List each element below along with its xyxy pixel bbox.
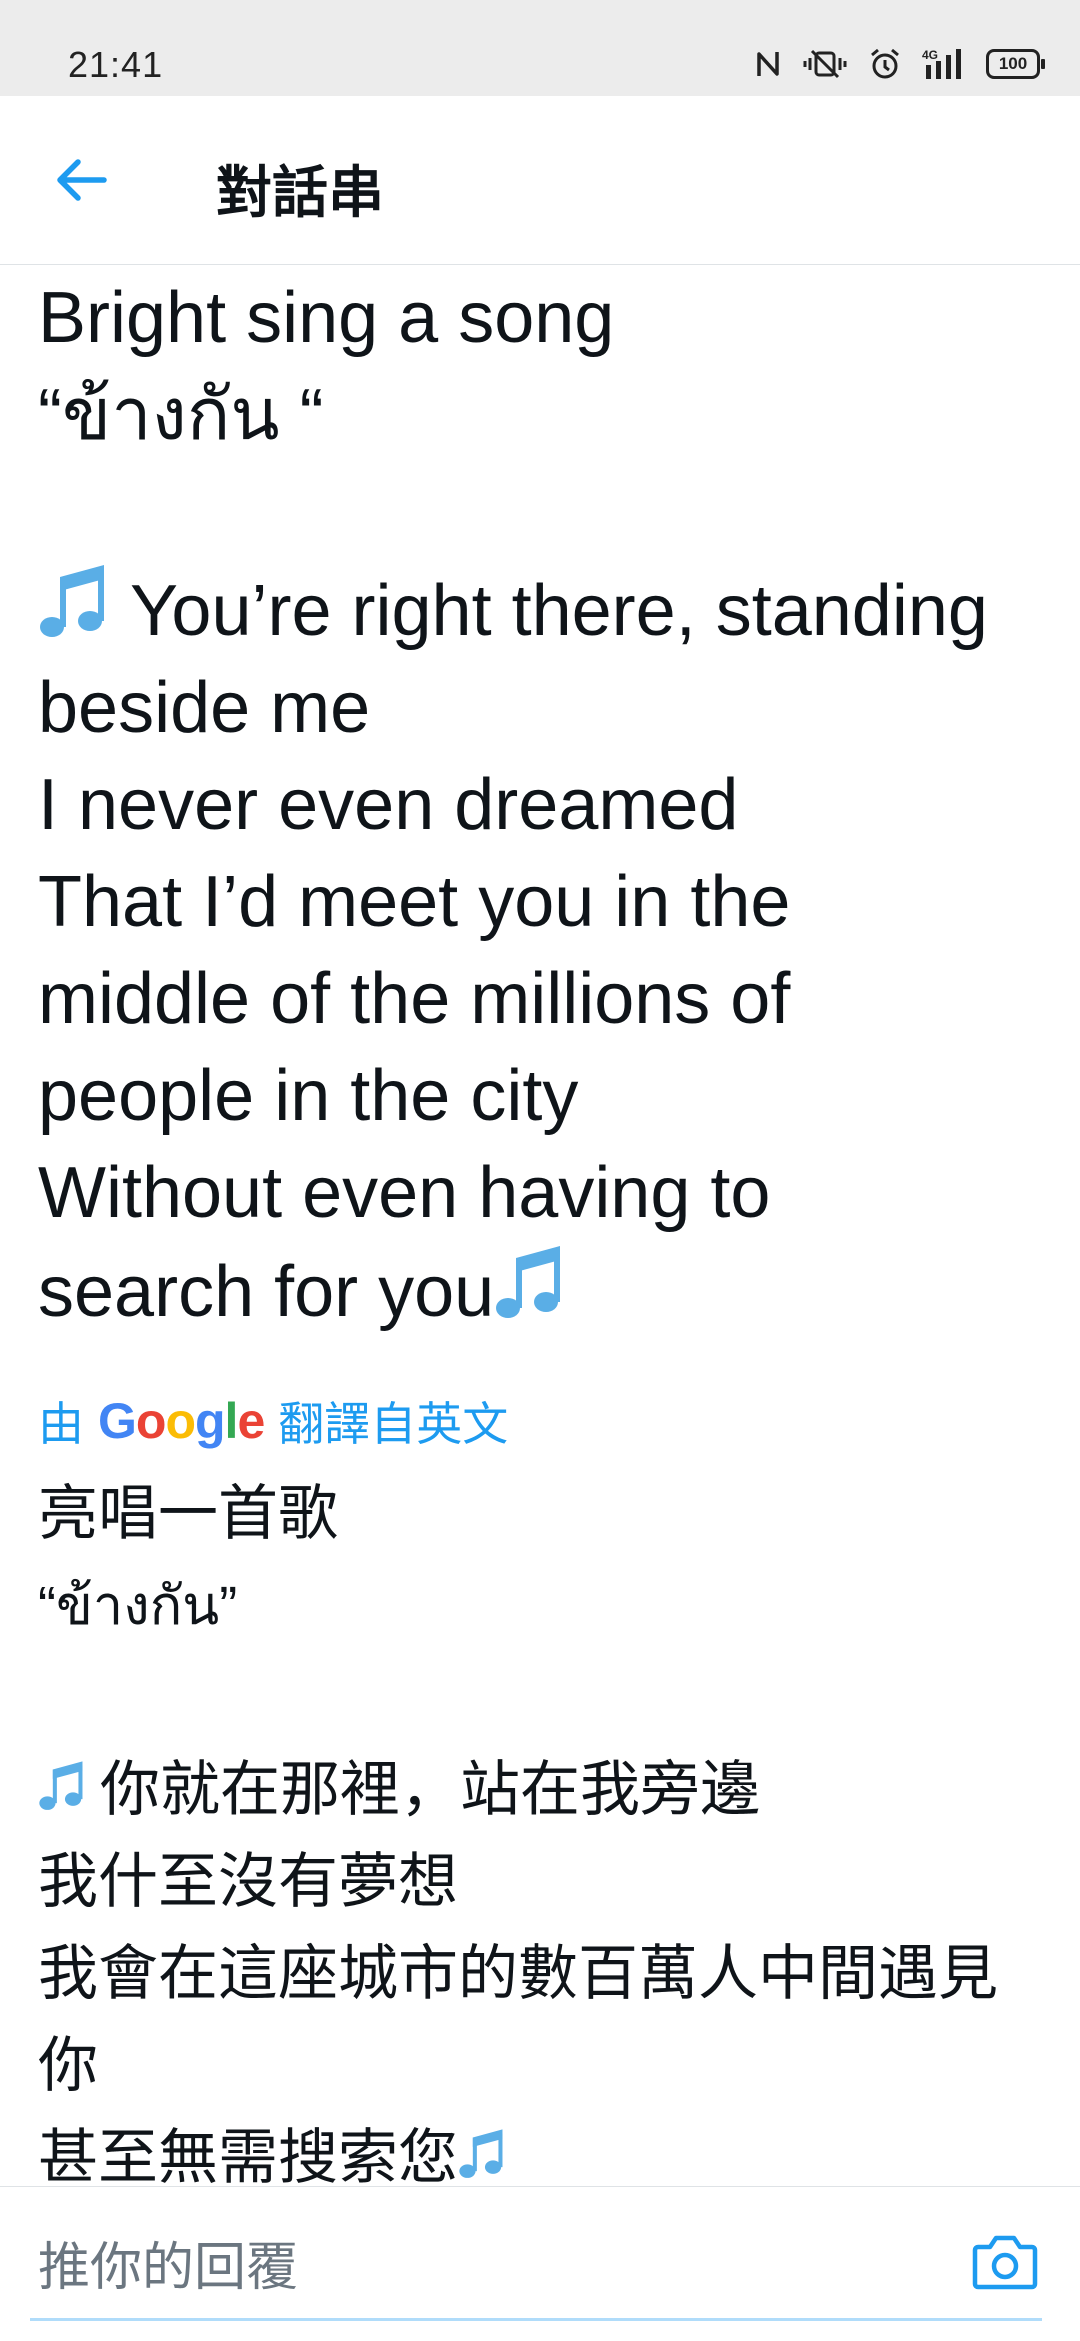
status-bar: 21:41 4G 100 xyxy=(0,0,1080,96)
status-icons: 4G 100 xyxy=(754,42,1045,86)
tweet-line: I never even dreamed xyxy=(38,765,739,845)
page-title: 對話串 xyxy=(216,161,384,224)
translation-line-text: 甚至無需搜索您 xyxy=(38,2124,458,2191)
battery-level: 100 xyxy=(998,54,1028,73)
back-button[interactable] xyxy=(52,150,112,210)
svg-text:4G: 4G xyxy=(922,48,938,62)
battery-icon: 100 xyxy=(986,49,1045,79)
translation-line: “ข้างกัน” xyxy=(38,1576,238,1636)
musical-notes-icon xyxy=(39,1761,83,1810)
tweet-line: That I’d meet you in the xyxy=(38,862,791,942)
musical-notes-icon xyxy=(459,2129,503,2178)
tweet-line: “ข้างกัน “ xyxy=(38,375,324,455)
google-logo: Google xyxy=(98,1393,265,1449)
musical-notes-icon xyxy=(40,565,104,637)
translation-line-text: 你就在那裡，站在我旁邊 xyxy=(100,1756,760,1823)
signal-icon: 4G xyxy=(922,48,961,79)
tweet-line: beside me xyxy=(38,668,371,748)
tweet-line-text: You’re right there, standing xyxy=(130,571,988,651)
translation-text: 亮唱一首歌 “ข้างกัน” 你就在那裡，站在我旁邊 我什至沒有夢想 我會在這… xyxy=(38,1468,1048,2204)
tweet-line: middle of the millions of xyxy=(38,959,791,1039)
alarm-icon xyxy=(871,48,899,79)
reply-input-underline xyxy=(30,2318,1042,2321)
status-time: 21:41 xyxy=(68,44,164,85)
translation-line: 我會在這座城市的數百萬人中間遇見 xyxy=(38,1940,998,2007)
tweet-line: people in the city xyxy=(38,1056,579,1136)
tweet-line: You’re right there, standing xyxy=(38,561,1048,660)
musical-notes-icon xyxy=(496,1246,561,1318)
thread-header: 對話串 xyxy=(0,96,1080,265)
camera-button[interactable] xyxy=(970,2229,1040,2295)
camera-icon xyxy=(972,2235,1038,2290)
translation-line: 亮唱一首歌 xyxy=(38,1480,338,1547)
translation-line: 你 xyxy=(38,2032,98,2099)
tweet-line: search for you xyxy=(38,1242,1048,1341)
tweet-line: Bright sing a song xyxy=(38,278,615,358)
translated-by-google[interactable]: 由 Google 翻譯自英文 xyxy=(38,1388,508,1454)
translation-line: 你就在那裡，站在我旁邊 xyxy=(38,1744,1048,1836)
tweet-line-text: search for you xyxy=(38,1252,495,1332)
tweet-text: Bright sing a song “ข้างกัน “ You’re rig… xyxy=(38,270,1048,1341)
translation-line: 我什至沒有夢想 xyxy=(38,1848,458,1915)
tweet-line: Without even having to xyxy=(38,1153,771,1233)
arrow-left-icon xyxy=(57,159,107,201)
vibrate-icon xyxy=(803,49,847,79)
translated-prefix: 由 xyxy=(38,1398,84,1450)
translated-suffix: 翻譯自英文 xyxy=(278,1398,509,1450)
nfc-icon xyxy=(757,52,779,76)
reply-input[interactable]: 推你的回覆 xyxy=(38,2225,298,2300)
translation-blank-line xyxy=(38,1652,1048,1744)
